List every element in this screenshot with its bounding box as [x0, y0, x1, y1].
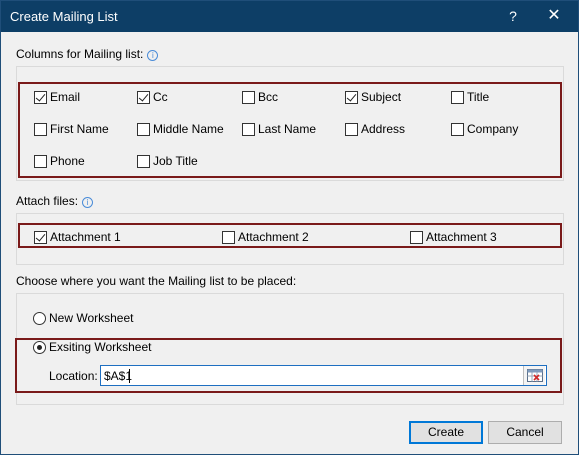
columns-section-label: Columns for Mailing list: i	[16, 47, 159, 61]
checkbox-first-name[interactable]: First Name	[34, 121, 109, 137]
checkbox-attachment-2[interactable]: Attachment 2	[222, 229, 309, 245]
close-button[interactable]: ✕	[539, 1, 569, 32]
checkbox-subject[interactable]: Subject	[345, 89, 401, 105]
checkbox-label: Bcc	[258, 90, 279, 104]
checkbox-box[interactable]	[451, 90, 464, 104]
attach-section-label: Attach files: i	[16, 194, 94, 208]
checkbox-last-name[interactable]: Last Name	[242, 121, 316, 137]
checkbox-box[interactable]	[137, 154, 150, 168]
help-button[interactable]: ?	[501, 1, 525, 32]
checkbox-box[interactable]	[34, 122, 47, 136]
checkbox-job-title[interactable]: Job Title	[137, 153, 198, 169]
checkbox-label: Address	[361, 122, 406, 136]
checkbox-attachment-3[interactable]: Attachment 3	[410, 229, 497, 245]
checkbox-label: First Name	[50, 122, 109, 136]
checkbox-box[interactable]	[137, 122, 150, 136]
checkbox-label: Job Title	[153, 154, 198, 168]
checkbox-box[interactable]	[345, 90, 358, 104]
location-value[interactable]: $A$1	[104, 369, 132, 383]
checkbox-box[interactable]	[345, 122, 358, 136]
checkbox-label: Company	[467, 122, 519, 136]
checkbox-label: Attachment 2	[238, 230, 309, 244]
checkbox-phone[interactable]: Phone	[34, 153, 85, 169]
checkbox-label: Middle Name	[153, 122, 224, 136]
checkbox-box[interactable]	[137, 90, 150, 104]
checkbox-bcc[interactable]: Bcc	[242, 89, 278, 105]
checkbox-box[interactable]	[410, 230, 423, 244]
placement-section-label: Choose where you want the Mailing list t…	[16, 274, 297, 288]
checkbox-box[interactable]	[34, 90, 47, 104]
title-bar: Create Mailing List ? ✕	[1, 1, 578, 32]
checkbox-box[interactable]	[242, 90, 255, 104]
info-icon[interactable]: i	[82, 197, 94, 208]
checkbox-label: Last Name	[258, 122, 317, 136]
create-button[interactable]: Create	[409, 421, 483, 444]
radio-new-worksheet[interactable]: New Worksheet	[33, 310, 133, 326]
checkbox-label: Attachment 3	[426, 230, 497, 244]
location-input[interactable]: $A$1	[100, 365, 547, 386]
radio-circle[interactable]	[33, 311, 46, 325]
checkbox-label: Subject	[361, 90, 402, 104]
checkbox-label: Email	[50, 90, 81, 104]
checkbox-middle-name[interactable]: Middle Name	[137, 121, 224, 137]
cancel-button[interactable]: Cancel	[488, 421, 562, 444]
checkbox-company[interactable]: Company	[451, 121, 518, 137]
radio-circle[interactable]	[33, 340, 46, 354]
range-select-button[interactable]	[523, 366, 545, 385]
attach-label-text: Attach files:	[16, 194, 79, 208]
checkbox-label: Phone	[50, 154, 85, 168]
checkbox-title[interactable]: Title	[451, 89, 489, 105]
dialog-title: Create Mailing List	[10, 9, 118, 24]
create-mailing-list-dialog: Create Mailing List ? ✕ Columns for Mail…	[0, 0, 579, 455]
checkbox-label: Attachment 1	[50, 230, 121, 244]
checkbox-box[interactable]	[34, 154, 47, 168]
info-icon[interactable]: i	[147, 50, 159, 61]
checkbox-box[interactable]	[222, 230, 235, 244]
checkbox-attachment-1[interactable]: Attachment 1	[34, 229, 121, 245]
checkbox-cc[interactable]: Cc	[137, 89, 168, 105]
location-label: Location:	[49, 369, 98, 383]
range-select-icon	[527, 369, 543, 382]
text-caret	[129, 369, 130, 383]
checkbox-box[interactable]	[34, 230, 47, 244]
checkbox-box[interactable]	[242, 122, 255, 136]
radio-existing-worksheet[interactable]: Exsiting Worksheet	[33, 339, 152, 355]
checkbox-label: Title	[467, 90, 490, 104]
radio-label: Exsiting Worksheet	[49, 340, 152, 354]
checkbox-label: Cc	[153, 90, 168, 104]
checkbox-box[interactable]	[451, 122, 464, 136]
checkbox-address[interactable]: Address	[345, 121, 405, 137]
radio-label: New Worksheet	[49, 311, 134, 325]
checkbox-email[interactable]: Email	[34, 89, 80, 105]
columns-label-text: Columns for Mailing list:	[16, 47, 144, 61]
